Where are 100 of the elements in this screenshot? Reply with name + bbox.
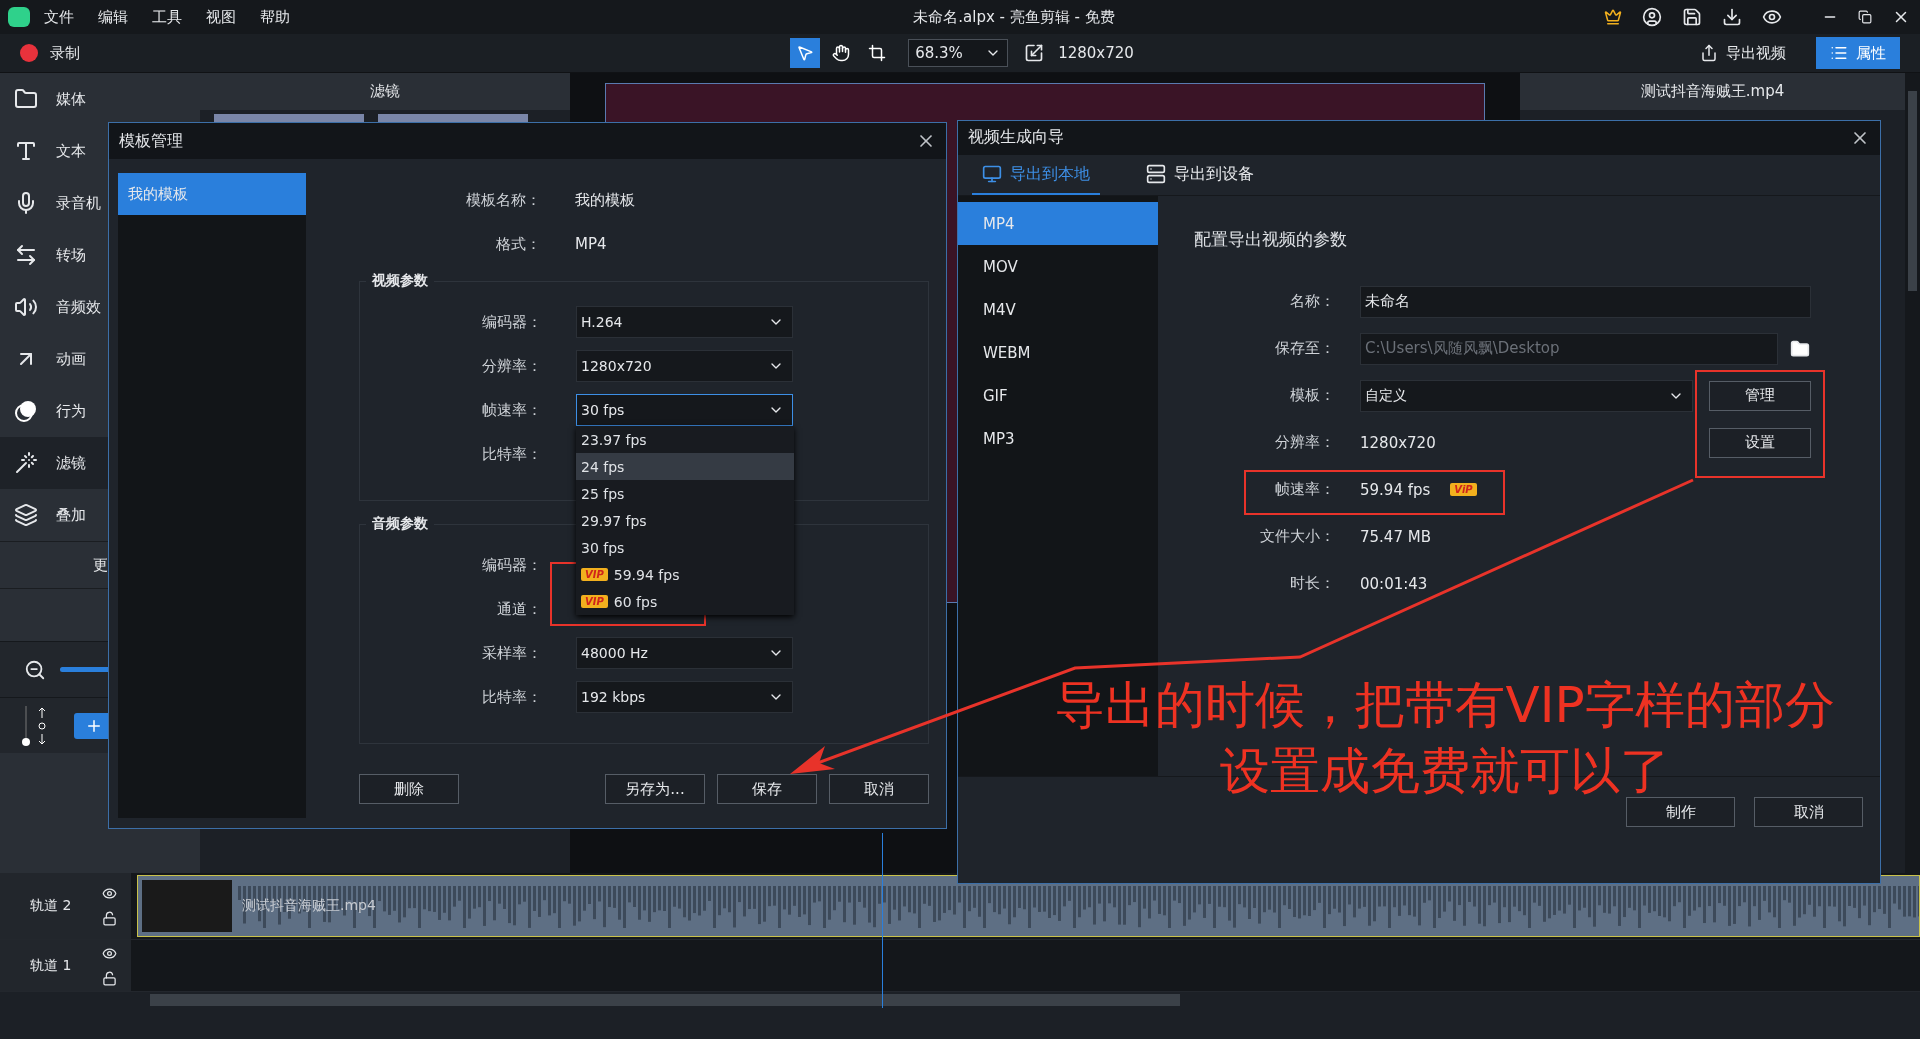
sidebar-item[interactable]: 叠加: [0, 489, 200, 541]
speaker-icon: [14, 295, 38, 319]
field-label: 分辨率：: [1274, 433, 1336, 453]
scrollbar[interactable]: [1908, 91, 1917, 291]
vip-badge: ViP: [1450, 483, 1477, 497]
dropdown-field[interactable]: 1280x720: [576, 350, 793, 382]
monitor-icon: [982, 164, 1002, 185]
settings-button[interactable]: 设置: [1709, 427, 1811, 458]
sidebar-item[interactable]: 媒体: [0, 73, 200, 125]
export-video-button[interactable]: 导出视频: [1694, 42, 1792, 64]
server-icon: [1146, 164, 1166, 185]
delete-button[interactable]: 删除: [359, 774, 459, 804]
cancel-button[interactable]: 取消: [829, 774, 929, 804]
sidebar-item[interactable]: 动画: [0, 333, 200, 385]
menu-item[interactable]: 工具: [152, 7, 182, 27]
menu-item[interactable]: 视图: [206, 7, 236, 27]
dropdown-option[interactable]: 23.97 fps: [576, 426, 794, 453]
field-label: 通道：: [496, 599, 543, 619]
resolution-label: 1280x720: [1058, 44, 1134, 62]
swap-arrows-icon: [14, 243, 38, 267]
eye-icon[interactable]: [1762, 7, 1782, 27]
crown-icon[interactable]: [1604, 8, 1622, 26]
section-title: 视频参数: [371, 272, 429, 290]
panel-tab[interactable]: 滤镜: [200, 73, 570, 110]
field-label: 格式：: [495, 234, 542, 254]
app-logo: [8, 7, 30, 27]
zoom-dropdown[interactable]: 68.3%: [908, 39, 1009, 67]
field-label: 保存至：: [1274, 339, 1336, 359]
eye-icon[interactable]: [102, 886, 117, 901]
make-button[interactable]: 制作: [1626, 797, 1735, 828]
menu-item[interactable]: 编辑: [98, 7, 128, 27]
field-label: 文件大小：: [1259, 527, 1336, 547]
field-value: 我的模板: [575, 190, 636, 210]
track-label: 轨道 1: [30, 956, 72, 975]
field-label: 编码器：: [481, 312, 543, 332]
restore-icon[interactable]: [1858, 10, 1872, 24]
scrollbar[interactable]: [150, 994, 1180, 1007]
format-item[interactable]: GIF: [958, 374, 1158, 418]
vip-badge: VIP: [581, 568, 608, 581]
field-label: 帧速率：: [1274, 480, 1336, 500]
field-label: 模板：: [1288, 386, 1336, 406]
dropdown-field[interactable]: 192 kbps: [576, 681, 793, 713]
save-as-button[interactable]: 另存为...: [605, 774, 705, 804]
format-item[interactable]: MP3: [958, 417, 1158, 461]
save-button[interactable]: 保存: [717, 774, 817, 804]
option-label: 23.97 fps: [581, 431, 647, 448]
download-icon[interactable]: [1722, 7, 1742, 27]
manage-button[interactable]: 管理: [1709, 380, 1811, 411]
window-title: 未命名.alpx - 亮鱼剪辑 - 免费: [912, 7, 1116, 27]
menu-item[interactable]: 文件: [44, 7, 74, 27]
lock-icon[interactable]: [102, 970, 117, 986]
field-value: 59.94 fps: [1360, 480, 1431, 499]
cancel-button[interactable]: 取消: [1754, 797, 1863, 828]
section-title: 音频参数: [371, 515, 429, 533]
dialog-title: 模板管理: [119, 130, 183, 152]
option-label: 30 fps: [581, 539, 625, 556]
save-icon[interactable]: [1682, 7, 1702, 27]
field-value: 00:01:43: [1360, 574, 1428, 593]
zoom-out-icon[interactable]: [24, 658, 46, 681]
sidebar-item[interactable]: 行为: [0, 385, 200, 437]
share-icon: [1700, 44, 1718, 62]
name-input[interactable]: 未命名: [1360, 285, 1811, 318]
dropdown-option[interactable]: 30 fps: [576, 534, 794, 561]
user-icon[interactable]: [1642, 7, 1662, 27]
dropdown-field[interactable]: H.264: [576, 306, 793, 338]
track-label: 轨道 2: [30, 897, 72, 915]
sidebar-item[interactable]: 转场: [0, 229, 200, 281]
dropdown-option[interactable]: VIP 59.94 fps: [576, 561, 794, 588]
field-label: 比特率：: [481, 444, 543, 464]
vip-badge: VIP: [581, 595, 608, 608]
format-item[interactable]: M4V: [958, 288, 1158, 332]
lock-icon[interactable]: [102, 911, 117, 926]
menu-item[interactable]: 帮助: [260, 7, 290, 27]
folder-icon[interactable]: [1790, 338, 1810, 359]
template-dropdown[interactable]: 自定义: [1359, 379, 1694, 412]
dropdown-option[interactable]: VIP 60 fps: [576, 588, 794, 615]
dropdown-option[interactable]: 25 fps: [576, 480, 794, 507]
dropdown-option[interactable]: 29.97 fps: [576, 507, 794, 534]
field-label: 名称：: [1289, 292, 1336, 312]
tab[interactable]: 导出到设备: [1136, 154, 1264, 196]
record-label[interactable]: 录制: [50, 43, 80, 63]
field-value: 75.47 MB: [1360, 527, 1431, 546]
properties-button[interactable]: 属性: [1816, 37, 1900, 69]
hand-icon: [832, 43, 851, 63]
dropdown-option[interactable]: 24 fps: [576, 453, 794, 480]
option-label: 60 fps: [613, 593, 658, 610]
resize-icon[interactable]: [1024, 43, 1045, 63]
field-label: 比特率：: [481, 687, 543, 707]
dropdown-field[interactable]: 48000 Hz: [576, 637, 793, 669]
option-label: 25 fps: [581, 485, 625, 502]
format-item[interactable]: MOV: [958, 245, 1158, 289]
pointer-tool[interactable]: [790, 38, 821, 68]
sidebar-item[interactable]: 音频效: [0, 281, 200, 333]
eye-icon[interactable]: [102, 945, 117, 961]
field-label: 时长：: [1289, 574, 1336, 594]
option-label: 59.94 fps: [613, 566, 680, 583]
option-label: 29.97 fps: [581, 512, 647, 529]
pointer-icon: [796, 43, 815, 63]
record-icon[interactable]: [20, 44, 38, 62]
format-item[interactable]: WEBM: [958, 331, 1158, 375]
